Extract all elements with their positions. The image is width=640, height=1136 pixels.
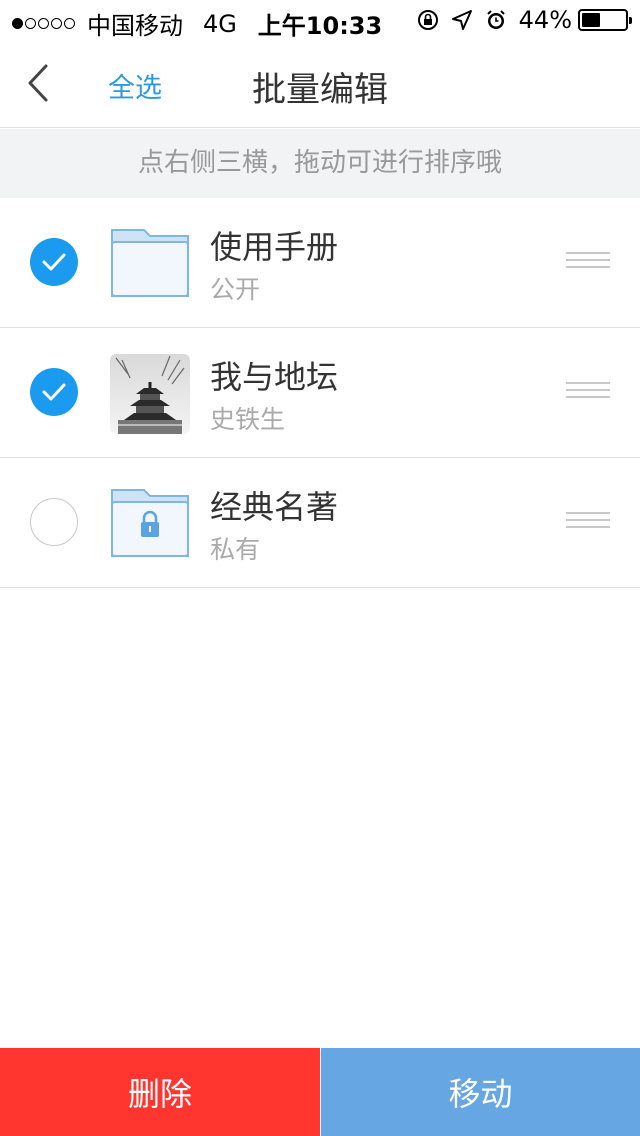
notebook-list: 使用手册 公开 我与地坛 史铁生 经典名著 私有 <box>0 198 640 588</box>
item-title: 经典名著 <box>210 488 339 526</box>
battery-icon <box>578 9 632 31</box>
battery-percent: 44% <box>518 6 572 34</box>
list-item[interactable]: 经典名著 私有 <box>0 458 640 588</box>
checkbox-checked[interactable] <box>30 238 78 286</box>
drag-handle-icon[interactable] <box>566 512 610 532</box>
item-subtitle: 私有 <box>210 535 261 564</box>
drag-handle-icon[interactable] <box>566 382 610 402</box>
nav-bar: 全选 批量编辑 <box>0 40 640 128</box>
orientation-lock-icon <box>417 10 438 30</box>
folder-icon <box>111 229 189 297</box>
status-bar: 中国移动 4G 上午10:33 44% <box>0 0 640 40</box>
list-item[interactable]: 我与地坛 史铁生 <box>0 328 640 458</box>
alarm-icon <box>486 10 505 29</box>
item-subtitle: 史铁生 <box>210 405 286 434</box>
drag-handle-icon[interactable] <box>566 252 610 272</box>
list-item[interactable]: 使用手册 公开 <box>0 198 640 328</box>
location-arrow-icon <box>451 10 472 30</box>
batch-edit-screen: 中国移动 4G 上午10:33 44% 全选 批量编辑 点右侧三横，拖动可进行排… <box>0 0 640 1136</box>
temple-photo-thumbnail <box>110 354 190 434</box>
item-title: 我与地坛 <box>210 358 339 396</box>
delete-button[interactable]: 删除 <box>0 1048 320 1136</box>
locked-folder-icon <box>111 489 189 557</box>
check-icon <box>42 253 66 271</box>
sort-hint: 点右侧三横，拖动可进行排序哦 <box>0 129 640 198</box>
checkbox-checked[interactable] <box>30 368 78 416</box>
checkbox-unchecked[interactable] <box>30 498 78 546</box>
item-title: 使用手册 <box>210 228 339 266</box>
battery-fill <box>582 13 600 27</box>
status-right: 44% <box>405 6 632 34</box>
item-subtitle: 公开 <box>210 275 261 304</box>
bottom-action-bar: 删除 移动 <box>0 1048 640 1136</box>
check-icon <box>42 383 66 401</box>
move-button[interactable]: 移动 <box>320 1048 640 1136</box>
page-title: 批量编辑 <box>252 70 388 110</box>
